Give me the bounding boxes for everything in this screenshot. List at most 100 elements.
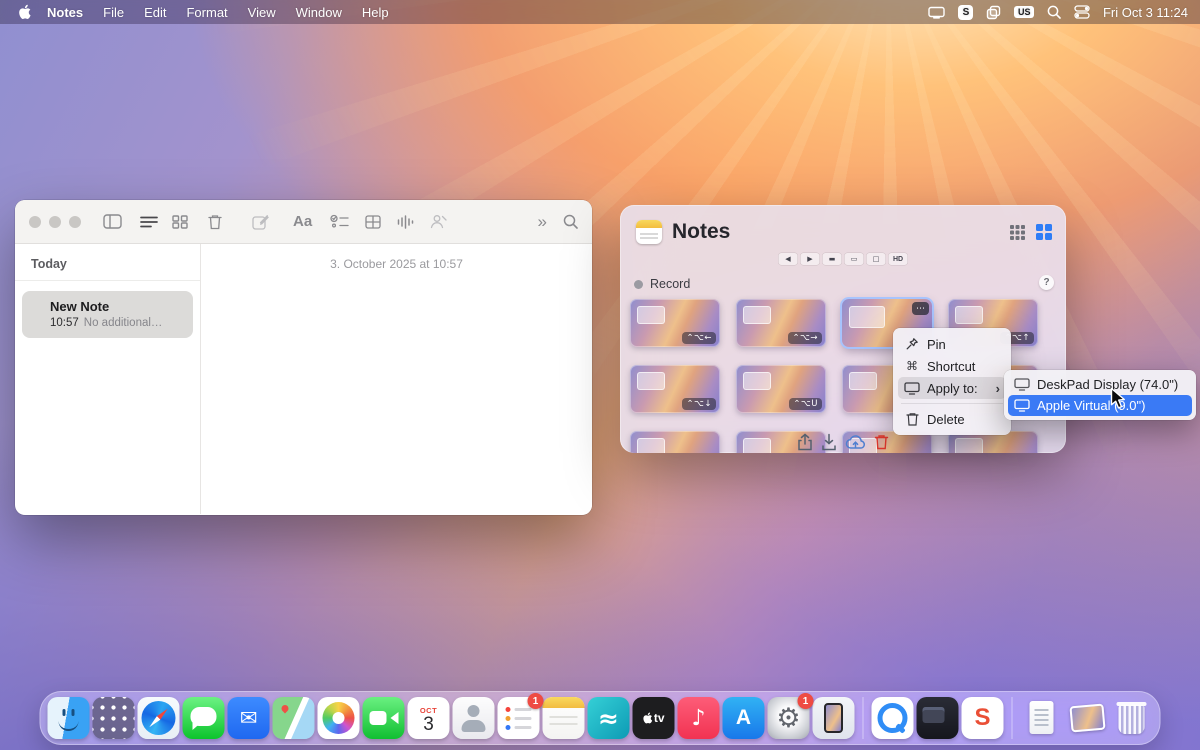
- menu-item-apply-to[interactable]: Apply to: ›: [898, 377, 1006, 399]
- snapshot-tile[interactable]: [630, 431, 720, 453]
- dock-item-launchpad[interactable]: [93, 697, 135, 739]
- record-label: Record: [650, 277, 690, 291]
- dock-item-s-app[interactable]: S: [962, 697, 1004, 739]
- help-button[interactable]: ?: [1039, 275, 1054, 290]
- menu-edit[interactable]: Edit: [134, 5, 176, 20]
- dock-item-system-settings[interactable]: 1 ⚙: [768, 697, 810, 739]
- export-icon[interactable]: [822, 433, 837, 451]
- cloud-upload-icon[interactable]: [846, 434, 866, 450]
- transport-controls: ◀ ▶ ▬ ▭ □ HD: [779, 253, 908, 265]
- play-button[interactable]: ▶: [801, 253, 820, 265]
- snapshot-tile[interactable]: ⌃⌥←: [630, 299, 720, 347]
- menu-item-delete[interactable]: Delete: [898, 408, 1006, 430]
- s-app-menu-icon[interactable]: S: [958, 5, 973, 20]
- dock-item-safari[interactable]: [138, 697, 180, 739]
- frame-button[interactable]: □: [867, 253, 886, 265]
- record-control[interactable]: Record: [634, 277, 690, 291]
- submenu-item-deskpad[interactable]: DeskPad Display (74.0"): [1008, 374, 1192, 395]
- notes-window-body: Today New Note 10:57 No additional… 3. O…: [15, 244, 592, 514]
- zoom-button[interactable]: [69, 216, 81, 228]
- menu-file[interactable]: File: [93, 5, 134, 20]
- dock-item-reminders[interactable]: 1: [498, 697, 540, 739]
- apply-to-submenu: DeskPad Display (74.0") Apple Virtual (9…: [1004, 370, 1196, 420]
- menu-item-pin[interactable]: Pin: [898, 333, 1006, 355]
- table-icon[interactable]: [365, 215, 381, 229]
- submenu-item-label: Apple Virtual (9.0"): [1037, 398, 1145, 413]
- small-grid-view-icon[interactable]: [1010, 225, 1025, 240]
- dock-item-screen-recorder[interactable]: ≈: [588, 697, 630, 739]
- dock-item-notes[interactable]: [543, 697, 585, 739]
- notes-window: Aa » Today New Note 10:57 No additional…: [15, 200, 592, 515]
- search-icon[interactable]: [563, 214, 578, 229]
- gallery-view-icon[interactable]: [172, 215, 188, 229]
- dock-item-finder[interactable]: [48, 697, 90, 739]
- control-center-icon[interactable]: [1074, 5, 1090, 19]
- format-icon[interactable]: Aa: [293, 213, 312, 230]
- trash-icon: [904, 412, 920, 426]
- dock-item-contacts[interactable]: [453, 697, 495, 739]
- dock-item-quicktime[interactable]: [872, 697, 914, 739]
- layers-icon[interactable]: [986, 5, 1001, 20]
- dock-item-apple-tv[interactable]: tv: [633, 697, 675, 739]
- apple-menu-icon[interactable]: [12, 4, 37, 20]
- screen-mirroring-icon[interactable]: [928, 6, 945, 19]
- gear-icon: ⚙: [776, 705, 800, 732]
- note-list-item[interactable]: New Note 10:57 No additional…: [22, 291, 193, 338]
- minimize-button[interactable]: [49, 216, 61, 228]
- menu-item-shortcut[interactable]: ⌘ Shortcut: [898, 355, 1006, 377]
- dock-item-photos[interactable]: [318, 697, 360, 739]
- input-source-badge[interactable]: US: [1014, 6, 1034, 18]
- menu-view[interactable]: View: [238, 5, 286, 20]
- dock-item-maps[interactable]: [273, 697, 315, 739]
- dock-item-app-store[interactable]: A: [723, 697, 765, 739]
- dock-item-calendar[interactable]: OCT 3: [408, 697, 450, 739]
- audio-waveform-icon[interactable]: [397, 215, 414, 229]
- menu-app-name[interactable]: Notes: [37, 5, 93, 20]
- step-back-button[interactable]: ◀: [779, 253, 798, 265]
- bar-view-button[interactable]: ▬: [823, 253, 842, 265]
- note-editor[interactable]: 3. October 2025 at 10:57: [201, 244, 592, 514]
- dock-item-trash[interactable]: [1111, 697, 1153, 739]
- collaborate-icon[interactable]: [430, 214, 447, 229]
- dock-item-mail[interactable]: ✉: [228, 697, 270, 739]
- dock-item-messages[interactable]: [183, 697, 225, 739]
- dock-item-screenshot-stack[interactable]: [1066, 697, 1108, 739]
- snapshot-tile[interactable]: ⌃⌥↓: [630, 365, 720, 413]
- dock: ✉ OCT 3 1 ≈ tv ♪ A 1 ⚙ S: [40, 691, 1161, 745]
- menu-help[interactable]: Help: [352, 5, 399, 20]
- list-view-icon[interactable]: [140, 215, 158, 229]
- sidebar-toggle-icon[interactable]: [103, 214, 122, 229]
- close-button[interactable]: [29, 216, 41, 228]
- music-note-icon: ♪: [691, 706, 705, 731]
- mail-icon: ✉: [240, 706, 258, 730]
- apple-tv-logo: tv: [642, 711, 664, 725]
- dock-item-iphone-mirroring[interactable]: [813, 697, 855, 739]
- menu-clock[interactable]: Fri Oct 3 11:24: [1103, 5, 1188, 20]
- spotlight-icon[interactable]: [1047, 5, 1061, 19]
- toolbar-overflow-icon[interactable]: »: [538, 213, 547, 230]
- submenu-item-apple-virtual[interactable]: Apple Virtual (9.0"): [1008, 395, 1192, 416]
- snapshot-tile[interactable]: ⌃⌥U: [736, 365, 826, 413]
- note-subtitle: 10:57 No additional…: [50, 317, 183, 329]
- large-grid-view-icon[interactable]: [1036, 224, 1052, 240]
- hd-button[interactable]: HD: [889, 253, 908, 265]
- dock-item-music[interactable]: ♪: [678, 697, 720, 739]
- menu-format[interactable]: Format: [176, 5, 237, 20]
- delete-note-icon[interactable]: [208, 214, 222, 230]
- dock-item-facetime[interactable]: [363, 697, 405, 739]
- menu-bar-status: S US Fri Oct 3 11:24: [928, 5, 1188, 20]
- compose-icon[interactable]: [252, 214, 269, 230]
- shortcut-label: ⌃⌥U: [789, 398, 822, 410]
- dock-item-deskpad[interactable]: [917, 697, 959, 739]
- snapshot-tile[interactable]: ⌃⌥→: [736, 299, 826, 347]
- menu-window[interactable]: Window: [286, 5, 352, 20]
- overlay-header: Notes: [620, 205, 1066, 244]
- dock-item-document[interactable]: [1021, 697, 1063, 739]
- checklist-icon[interactable]: [330, 214, 349, 229]
- reminders-badge: 1: [528, 693, 544, 709]
- share-icon[interactable]: [798, 433, 813, 451]
- delete-snapshot-icon[interactable]: [875, 434, 889, 450]
- more-options-button[interactable]: ⋯: [912, 302, 929, 315]
- sidebar-section-label: Today: [15, 250, 200, 281]
- wide-frame-button[interactable]: ▭: [845, 253, 864, 265]
